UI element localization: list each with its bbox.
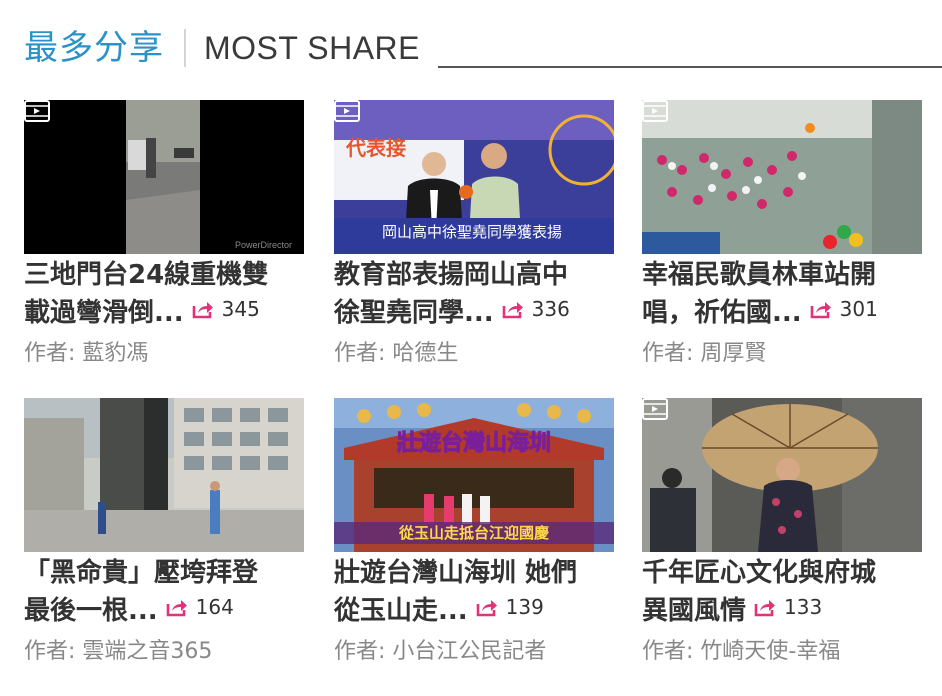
video-title[interactable]: 千年匠心文化與府城 異國風情 133 [642, 556, 930, 628]
video-title[interactable]: 幸福民歌員林車站開 唱，祈佑國... 301 [642, 258, 930, 330]
header-rule [438, 66, 942, 68]
video-title-line2: 異國風情 [642, 596, 747, 626]
video-thumbnail[interactable]: 代表接 岡山高中徐聖堯同學獲表揚 [334, 100, 614, 254]
video-title-line2: 從玉山走... [334, 596, 468, 626]
share-count: 133 [754, 590, 822, 624]
video-card[interactable]: 幸福民歌員林車站開 唱，祈佑國... 301 作者: 周厚賢 [642, 100, 922, 380]
video-title[interactable]: 三地門台24線重機雙 載過彎滑倒... 345 [24, 258, 312, 330]
svg-text:岡山高中徐聖堯同學獲表揚: 岡山高中徐聖堯同學獲表揚 [382, 223, 562, 241]
share-arrow-icon [166, 600, 187, 617]
video-title[interactable]: 壯遊台灣山海圳 她們 從玉山走... 139 [334, 556, 622, 628]
video-thumbnail[interactable] [642, 100, 922, 254]
share-arrow-icon [192, 302, 213, 319]
video-title-line1: 「黑命貴」壓垮拜登 [24, 558, 259, 588]
section-title-cn: 最多分享 [24, 28, 164, 68]
video-card[interactable]: PowerDirector 三地門台24線重機雙 載過彎滑倒... 345 作者:… [24, 100, 304, 380]
video-title-line1: 壯遊台灣山海圳 她們 [334, 558, 578, 588]
share-arrow-icon [810, 302, 831, 319]
video-thumbnail[interactable] [24, 398, 304, 552]
share-count: 139 [476, 590, 544, 624]
share-count: 336 [502, 292, 570, 326]
author-name[interactable]: 作者: 小台江公民記者 [334, 638, 546, 666]
author-name[interactable]: 作者: 哈德生 [334, 340, 458, 368]
video-title-line1: 教育部表揚岡山高中 [334, 260, 569, 290]
video-play-icon [642, 398, 668, 420]
video-title-line2: 徐聖堯同學... [334, 298, 494, 328]
title-divider [184, 29, 186, 67]
author-name[interactable]: 作者: 竹崎天使-幸福 [642, 638, 840, 666]
video-title-line2: 最後一根... [24, 596, 158, 626]
video-card[interactable]: 壯遊台灣山海圳 從玉山走抵台江迎國慶 壯遊台灣山海圳 她們 從玉山走... 139… [334, 398, 614, 678]
video-title-line1: 幸福民歌員林車站開 [642, 260, 877, 290]
svg-text:代表接: 代表接 [345, 136, 406, 160]
video-thumbnail[interactable]: 壯遊台灣山海圳 從玉山走抵台江迎國慶 [334, 398, 614, 552]
section-title-en: MOST SHARE [204, 30, 420, 66]
share-count: 345 [192, 292, 260, 326]
video-thumbnail[interactable]: PowerDirector [24, 100, 304, 254]
share-count: 301 [810, 292, 878, 326]
video-card[interactable]: 代表接 岡山高中徐聖堯同學獲表揚 教育部表揚岡山高中 徐聖堯同學... 336 … [334, 100, 614, 380]
video-title-line2: 載過彎滑倒... [24, 298, 184, 328]
video-title-line1: 千年匠心文化與府城 [642, 558, 877, 588]
svg-text:從玉山走抵台江迎國慶: 從玉山走抵台江迎國慶 [398, 524, 549, 542]
svg-text:PowerDirector: PowerDirector [235, 240, 292, 250]
author-name[interactable]: 作者: 雲端之音365 [24, 638, 212, 666]
video-title[interactable]: 教育部表揚岡山高中 徐聖堯同學... 336 [334, 258, 622, 330]
section-header: 最多分享 MOST SHARE [24, 26, 942, 70]
author-name[interactable]: 作者: 周厚賢 [642, 340, 766, 368]
share-arrow-icon [476, 600, 497, 617]
author-name[interactable]: 作者: 藍豹馮 [24, 340, 148, 368]
video-play-icon [642, 100, 668, 122]
video-card[interactable]: 「黑命貴」壓垮拜登 最後一根... 164 作者: 雲端之音365 [24, 398, 304, 678]
video-play-icon [334, 100, 360, 122]
video-card[interactable]: 千年匠心文化與府城 異國風情 133 作者: 竹崎天使-幸福 [642, 398, 922, 678]
video-title[interactable]: 「黑命貴」壓垮拜登 最後一根... 164 [24, 556, 312, 628]
video-play-icon [24, 100, 50, 122]
share-arrow-icon [754, 600, 776, 617]
video-title-line2: 唱，祈佑國... [642, 298, 802, 328]
share-count: 164 [166, 590, 234, 624]
share-arrow-icon [502, 302, 523, 319]
video-title-line1: 三地門台24線重機雙 [24, 260, 269, 290]
svg-text:壯遊台灣山海圳: 壯遊台灣山海圳 [397, 430, 551, 456]
video-thumbnail[interactable] [642, 398, 922, 552]
